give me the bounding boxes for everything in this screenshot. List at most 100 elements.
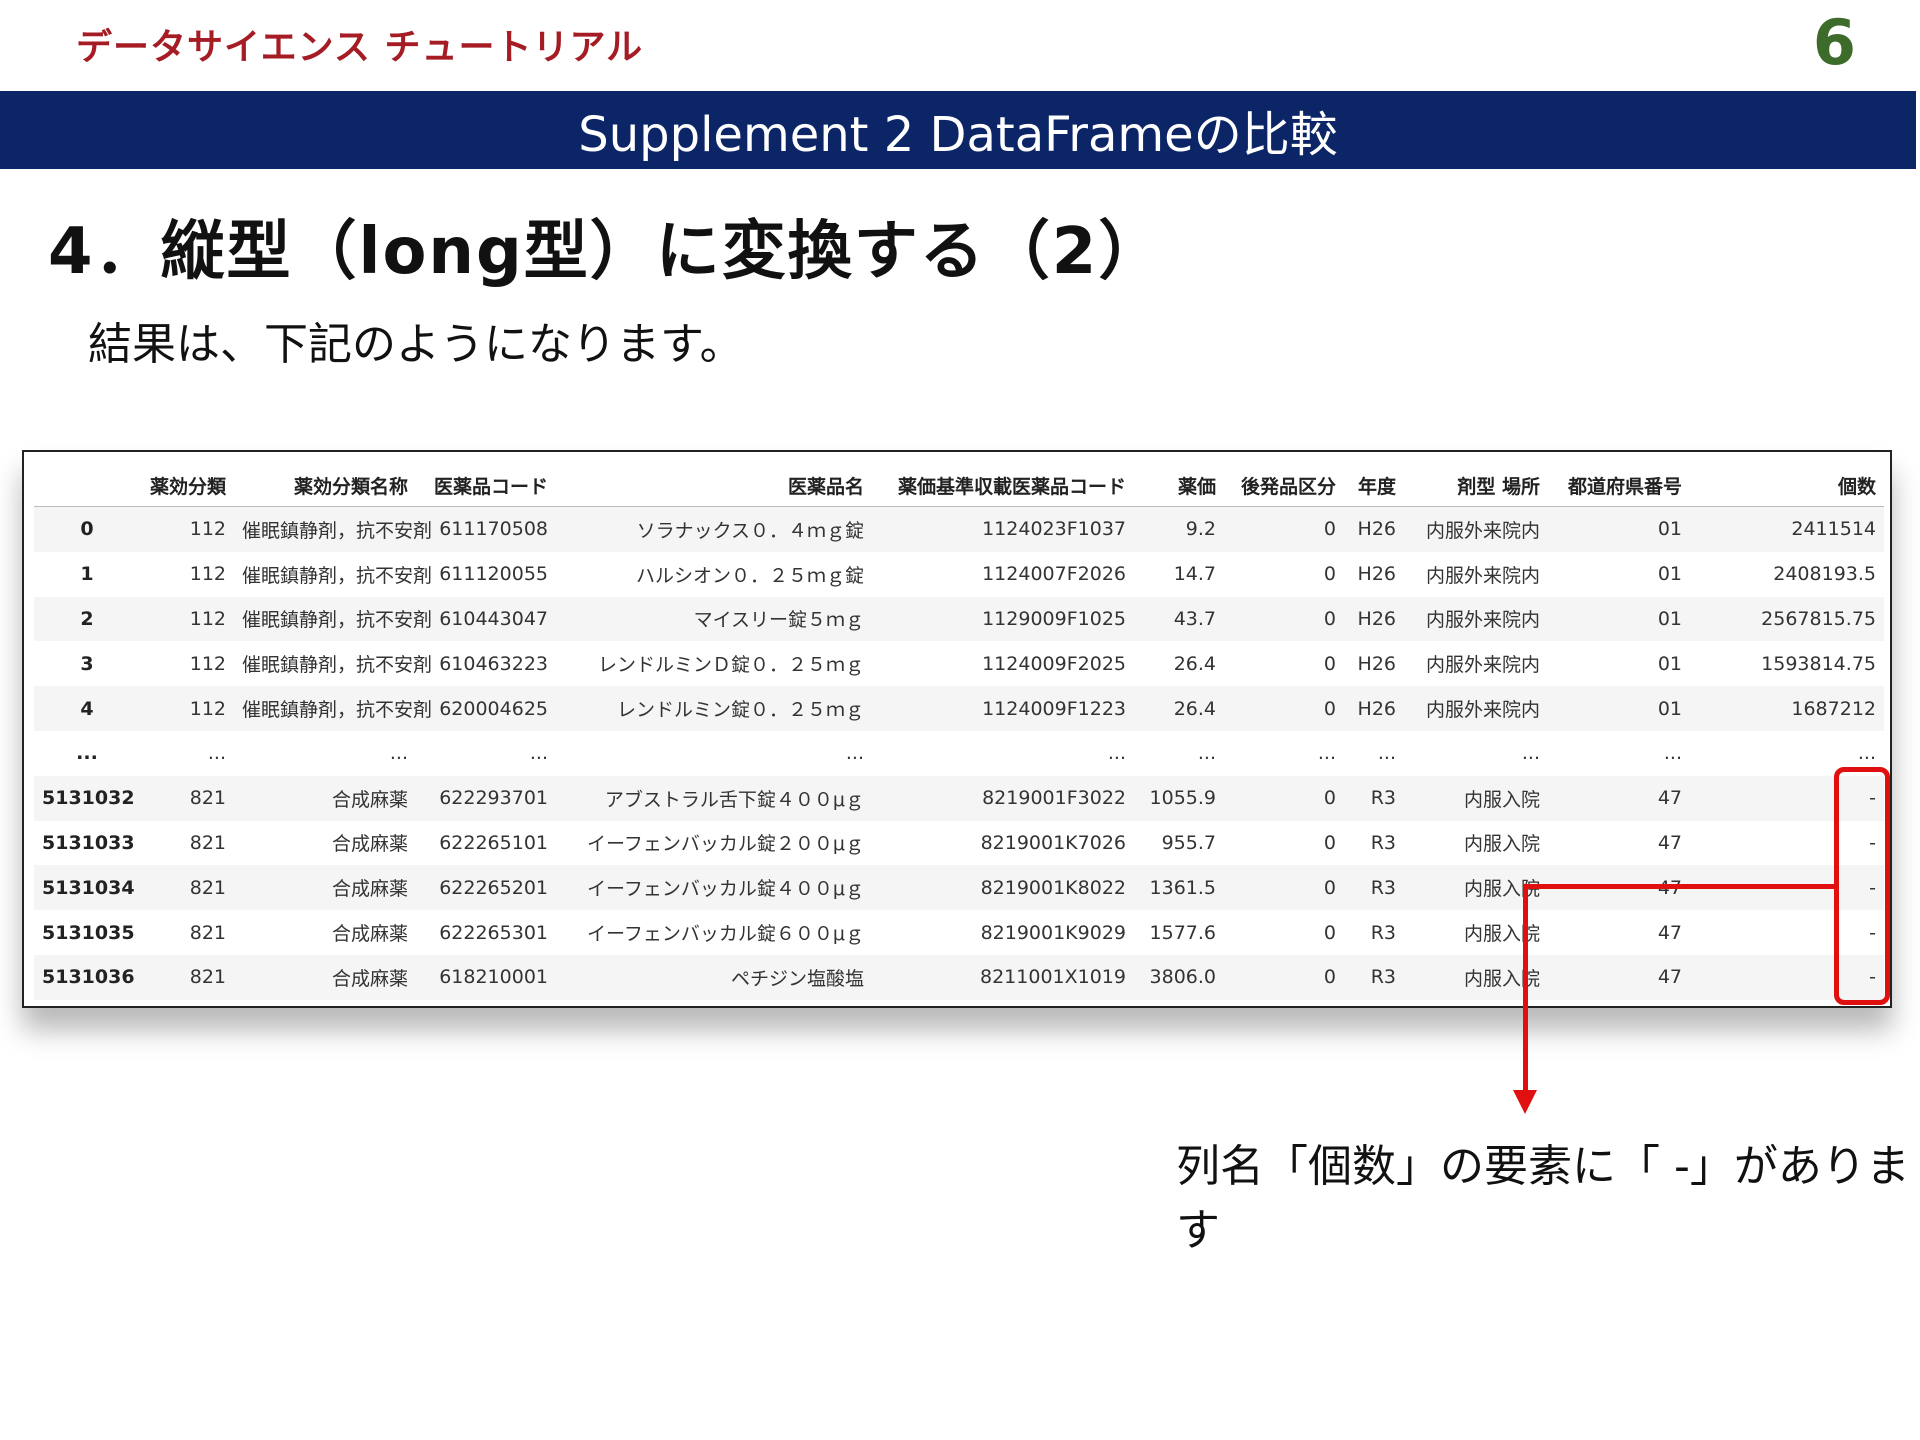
lead-text: 結果は、下記のようになります。 [88,319,744,370]
table-cell: 催眠鎮静剤，抗不安剤 [242,609,433,632]
column-header: 薬効分類名称 [234,464,416,507]
table-cell: 1124023F1037 [982,518,1126,541]
table-cell: 26.4 [1173,697,1216,720]
table-cell: 112 [189,607,226,630]
column-header: 薬価 [1134,464,1224,507]
table-cell: 01 [1657,607,1682,630]
table-row: 3 112 催眠鎮静剤，抗不安剤 610463223 レンドルミンＤ錠０．２５ｍｇ 112… [34,641,1884,686]
table-cell: 8219001K9029 [980,921,1126,944]
table-cell: R3 [1370,876,1396,899]
table-row: 0 112 催眠鎮静剤，抗不安剤 611170508 ソラナックス０．４ｍｇ錠 11240… [34,506,1884,552]
table-cell: 622265201 [439,876,548,899]
table-cell: 0 [1323,921,1336,944]
table-cell: H26 [1357,652,1396,675]
table-cell: イーフェンバッカル錠２００μｇ [587,833,864,856]
table-cell: 0 [1323,876,1336,899]
table-cell: 2408193.5 [1773,563,1876,586]
header-row: 薬効分類 薬効分類名称 医薬品コード 医薬品名 薬価基準収載医薬品コード 薬価 … [34,464,1884,507]
table-cell: 催眠鎮静剤，抗不安剤 [242,519,433,542]
column-header: 後発品区分 [1224,464,1344,507]
row-index: 5131032 [42,787,135,810]
table-cell: 821 [189,787,226,810]
table-cell: 内服外来院内 [1425,699,1540,722]
table-cell: 0 [1323,652,1336,675]
table-cell: ... [529,742,548,765]
table-cell: 821 [189,966,226,989]
table-cell: ソラナックス０．４ｍｇ錠 [636,519,864,542]
table-row: 1 112 催眠鎮静剤，抗不安剤 611120055 ハルシオン０．２５ｍｇ錠 11240… [34,552,1884,597]
table-cell: 610463223 [439,652,548,675]
table-row: 4 112 催眠鎮静剤，抗不安剤 620004625 レンドルミン錠０．２５ｍｇ 1124… [34,686,1884,731]
table-cell: 47 [1657,787,1682,810]
table-cell: 内服外来院内 [1425,609,1540,632]
table-cell: 催眠鎮静剤，抗不安剤 [242,564,433,587]
table-cell: ... [389,742,408,765]
table-cell: レンドルミン錠０．２５ｍｇ [616,699,864,722]
column-header: 年度 [1344,464,1404,507]
table-cell: マイスリー錠５ｍｇ [693,609,864,632]
table-cell: 合成麻薬 [331,967,408,990]
callout-line [1523,884,1528,1092]
row-index: 5131033 [42,831,135,854]
table-cell: R3 [1370,921,1396,944]
row-index: ... [76,742,98,765]
table-cell: 1361.5 [1149,876,1216,899]
table-cell: 8219001K7026 [980,831,1126,854]
table-cell: R3 [1370,787,1396,810]
table-cell: ... [845,742,864,765]
table-cell: ハルシオン０．２５ｍｇ錠 [635,564,864,587]
table-cell: 2567815.75 [1761,607,1876,630]
row-index: 1 [80,563,94,586]
table-cell: ペチジン塩酸塩 [730,967,864,990]
table-cell: 9.2 [1185,518,1216,541]
row-index: 3 [80,652,94,675]
table-cell: 43.7 [1173,607,1216,630]
column-header [34,464,140,507]
table-cell: 合成麻薬 [331,788,408,811]
table-cell: H26 [1357,563,1396,586]
table-cell: 01 [1657,563,1682,586]
table-cell: 1593814.75 [1761,652,1876,675]
table-cell: イーフェンバッカル錠６００μｇ [587,923,864,946]
table-cell: 1129009F1025 [982,607,1126,630]
table-cell: 0 [1323,607,1336,630]
banner-text: Supplement 2 DataFrameの比較 [578,107,1338,163]
column-header: 薬効分類 [140,464,234,507]
table-cell: 611170508 [439,518,548,541]
table-cell: 821 [189,831,226,854]
table-cell: 0 [1323,697,1336,720]
table-cell: 821 [189,921,226,944]
table-cell: 0 [1323,787,1336,810]
table-cell: 催眠鎮静剤，抗不安剤 [242,654,433,677]
table-cell: 47 [1657,831,1682,854]
callout-line [1523,884,1836,889]
table-cell: 955.7 [1161,831,1216,854]
table-cell: 内服入院 [1463,788,1540,811]
table-cell: 112 [189,518,226,541]
row-index: 0 [80,518,94,541]
table-cell: アブストラル舌下錠４００μｇ [604,788,864,811]
row-index: 4 [80,697,94,720]
column-header: 都道府県番号 [1548,464,1690,507]
table-cell: H26 [1357,607,1396,630]
table-cell: 622265301 [439,921,548,944]
table-cell: 2411514 [1791,518,1876,541]
dataframe-table: 薬効分類 薬効分類名称 医薬品コード 医薬品名 薬価基準収載医薬品コード 薬価 … [34,464,1884,1000]
table-cell: 01 [1657,697,1682,720]
table-cell: H26 [1357,518,1396,541]
table-cell: 0 [1323,518,1336,541]
table-cell: 47 [1657,966,1682,989]
table-cell: 622265101 [439,831,548,854]
table-cell: 0 [1323,831,1336,854]
table-cell: ... [1107,742,1126,765]
table-row: 5131035 821 合成麻薬 622265301 イーフェンバッカル錠６００μｇ 82… [34,910,1884,955]
table-cell: 0 [1323,966,1336,989]
table-cell: イーフェンバッカル錠４００μｇ [587,878,864,901]
table-cell: 1055.9 [1149,787,1216,810]
annotation-text: 列名「個数」の要素に「 -」があります [1176,1141,1910,1256]
table-cell: 1577.6 [1149,921,1216,944]
table-cell: 合成麻薬 [331,833,408,856]
table-cell: ... [1377,742,1396,765]
table-cell: 1124009F2025 [982,652,1126,675]
table-cell: R3 [1370,966,1396,989]
